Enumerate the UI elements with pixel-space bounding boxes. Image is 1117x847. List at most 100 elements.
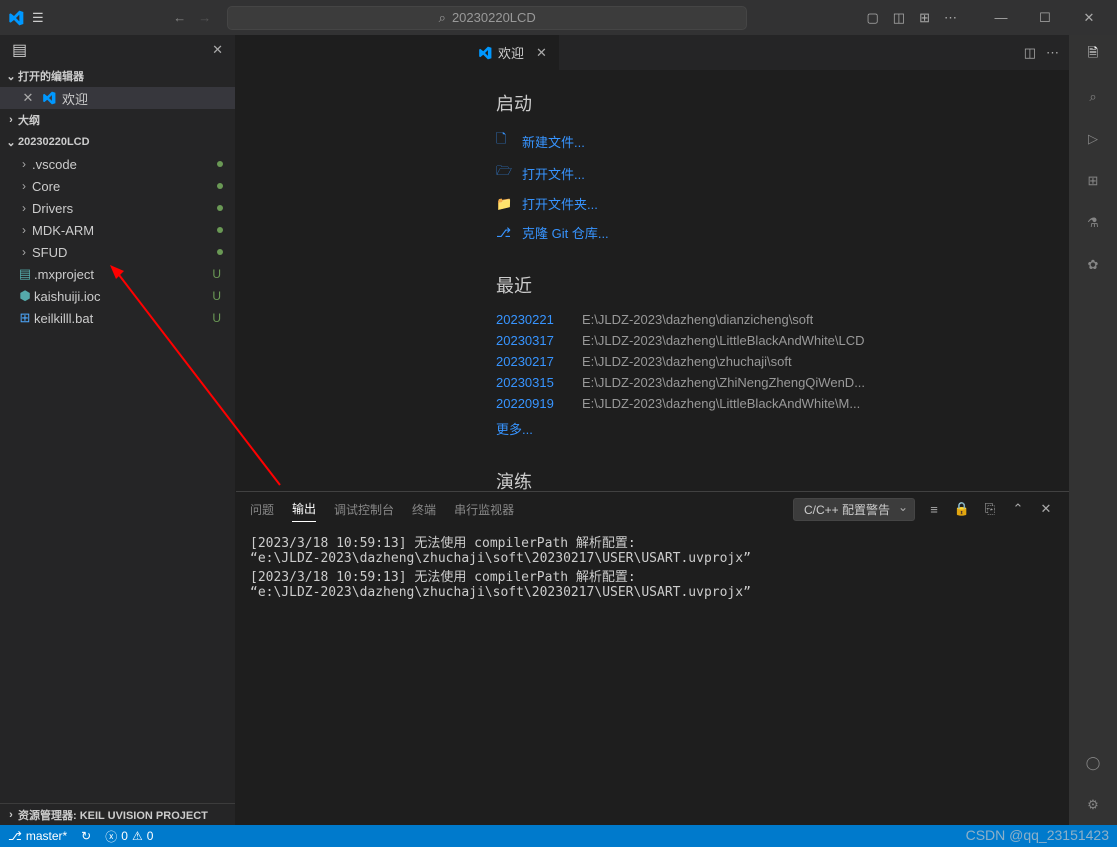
recent-name[interactable]: 20220919 xyxy=(496,396,566,411)
item-label: SFUD xyxy=(32,245,67,260)
hamburger-menu[interactable]: ☰ xyxy=(32,10,54,26)
folder-item[interactable]: ›MDK-ARM xyxy=(0,219,235,241)
recent-item[interactable]: 20230221E:\JLDZ-2023\dazheng\dianzicheng… xyxy=(496,312,1039,327)
folder-item[interactable]: ›.vscode xyxy=(0,153,235,175)
file-icon: ▤ xyxy=(16,266,34,282)
maximize-button[interactable]: ☐ xyxy=(1025,3,1065,33)
clear-icon[interactable]: ⎘ xyxy=(981,501,999,517)
project-section[interactable]: ⌄ 20230220LCD xyxy=(0,131,235,153)
close-icon[interactable]: ✕ xyxy=(1037,501,1055,517)
panel-tab[interactable]: 终端 xyxy=(412,497,436,522)
panel-tab[interactable]: 输出 xyxy=(292,496,316,522)
titlebar: ☰ ← → ⌕ 20230220LCD ▢ ◫ ⊞ ⋯ — ☐ ✕ xyxy=(0,0,1117,35)
recent-path: E:\JLDZ-2023\dazheng\LittleBlackAndWhite… xyxy=(582,333,865,348)
welcome-action-git[interactable]: ⎇克隆 Git 仓库... xyxy=(496,223,1039,242)
recent-name[interactable]: 20230221 xyxy=(496,312,566,327)
watermark: CSDN @qq_23151423 xyxy=(966,827,1109,843)
output-channel-select[interactable]: C/C++ 配置警告 xyxy=(793,498,915,521)
testing-icon[interactable]: ⚗ xyxy=(1081,211,1105,235)
start-heading: 启动 xyxy=(496,90,1039,116)
welcome-action-new-file[interactable]: 🗋新建文件... xyxy=(496,130,1039,152)
vscode-logo-icon xyxy=(42,91,56,105)
panel-tab[interactable]: 调试控制台 xyxy=(334,497,394,522)
action-label: 新建文件... xyxy=(522,132,585,151)
chevron-right-icon: › xyxy=(16,223,32,237)
more-icon[interactable]: ⋯ xyxy=(1046,45,1059,61)
recent-name[interactable]: 20230217 xyxy=(496,354,566,369)
statusbar: ⎇ master* ↻ ⓧ 0 ⚠ 0 xyxy=(0,825,1117,847)
recent-name[interactable]: 20230315 xyxy=(496,375,566,390)
file-item[interactable]: ⬢kaishuiji.iocU xyxy=(0,285,235,307)
recent-item[interactable]: 20230315E:\JLDZ-2023\dazheng\ZhiNengZhen… xyxy=(496,375,1039,390)
item-label: Drivers xyxy=(32,201,73,216)
chevron-up-icon[interactable]: ⌃ xyxy=(1009,501,1027,517)
run-debug-icon[interactable]: ▷ xyxy=(1081,127,1105,151)
sync-status[interactable]: ↻ xyxy=(81,829,91,843)
account-icon[interactable]: ◯ xyxy=(1081,751,1105,775)
split-editor-icon[interactable]: ◫ xyxy=(1024,45,1036,61)
activity-bar: 🗎 ⌕ ▷ ⊞ ⚗ ✿ ◯ ⚙ xyxy=(1069,35,1117,825)
recent-item[interactable]: 20230217E:\JLDZ-2023\dazheng\zhuchaji\so… xyxy=(496,354,1039,369)
sidebar-bottom-section[interactable]: › 资源管理器: KEIL UVISION PROJECT xyxy=(0,803,235,825)
open-editor-label: 欢迎 xyxy=(62,89,88,108)
file-icon: ⬢ xyxy=(16,288,34,304)
folder-item[interactable]: ›Drivers xyxy=(0,197,235,219)
chevron-right-icon: › xyxy=(16,245,32,259)
search-text: 20230220LCD xyxy=(452,10,536,25)
editor-area: 欢迎 ✕ ◫ ⋯ 启动 🗋新建文件... 🗁打开文件... 📁打开文件夹... ⎇克隆… xyxy=(236,35,1069,825)
panel-tab[interactable]: 问题 xyxy=(250,497,274,522)
file-item[interactable]: ▤.mxprojectU xyxy=(0,263,235,285)
close-panel-icon[interactable]: ✕ xyxy=(212,42,223,58)
tabnine-icon[interactable]: ✿ xyxy=(1081,253,1105,277)
file-item[interactable]: ⊞keilkilll.batU xyxy=(0,307,235,329)
open-editor-item[interactable]: ✕ 欢迎 xyxy=(0,87,235,109)
sidebar: ▤ ✕ ⌄ 打开的编辑器 ✕ 欢迎 › 大纲 ⌄ 20230220LCD ›.v… xyxy=(0,35,236,825)
lock-icon[interactable]: 🔒 xyxy=(953,501,971,517)
error-icon: ⓧ xyxy=(105,828,117,845)
nav-back-icon[interactable]: ← xyxy=(173,10,186,25)
vscode-logo xyxy=(8,10,24,26)
minimize-button[interactable]: — xyxy=(981,3,1021,33)
explorer-icon: ▤ xyxy=(12,40,27,60)
extensions-icon[interactable]: ⊞ xyxy=(1081,169,1105,193)
tab-welcome[interactable]: 欢迎 ✕ xyxy=(466,35,560,70)
folder-item[interactable]: ›Core xyxy=(0,175,235,197)
layout-sidebar-icon[interactable]: ◫ xyxy=(893,10,905,26)
item-label: .vscode xyxy=(32,157,77,172)
recent-item[interactable]: 20230317 E:\JLDZ-2023\dazheng\LittleBlack… xyxy=(496,333,1039,348)
more-icon[interactable]: ⋯ xyxy=(944,10,957,26)
welcome-action-open-file[interactable]: 🗁打开文件... xyxy=(496,162,1039,184)
git-modified-dot xyxy=(217,227,223,233)
settings-gear-icon[interactable]: ⚙ xyxy=(1081,793,1105,817)
branch-status[interactable]: ⎇ master* xyxy=(8,829,67,843)
close-button[interactable]: ✕ xyxy=(1069,3,1109,33)
open-editors-section[interactable]: ⌄ 打开的编辑器 xyxy=(0,65,235,87)
close-icon[interactable]: ✕ xyxy=(536,45,547,61)
command-center-search[interactable]: ⌕ 20230220LCD xyxy=(227,6,747,30)
welcome-action-folder[interactable]: 📁打开文件夹... xyxy=(496,194,1039,213)
action-label: 打开文件... xyxy=(522,164,585,183)
panel-tab[interactable]: 串行监视器 xyxy=(454,497,514,522)
close-icon[interactable]: ✕ xyxy=(20,90,36,106)
layout-customize-icon[interactable]: ⊞ xyxy=(919,10,930,26)
editor-gutter-empty xyxy=(236,35,466,491)
recent-item[interactable]: 20220919E:\JLDZ-2023\dazheng\LittleBlack… xyxy=(496,396,1039,411)
search-icon[interactable]: ⌕ xyxy=(1081,85,1105,109)
more-link[interactable]: 更多... xyxy=(496,419,1039,438)
output-content[interactable]: [2023/3/18 10:59:13] 无法使用 compilerPath 解… xyxy=(236,526,1069,825)
problems-status[interactable]: ⓧ 0 ⚠ 0 xyxy=(105,828,153,845)
file-icon: ⊞ xyxy=(16,310,34,326)
editor-tabs: 欢迎 ✕ ◫ ⋯ xyxy=(466,35,1069,70)
explorer-icon[interactable]: 🗎 xyxy=(1081,43,1105,67)
bottom-panel: 问题输出调试控制台终端串行监视器 C/C++ 配置警告 ≡ 🔒 ⎘ ⌃ ✕ [2… xyxy=(236,491,1069,825)
chevron-right-icon: › xyxy=(16,179,32,193)
nav-forward-icon[interactable]: → xyxy=(198,10,211,25)
item-label: keilkilll.bat xyxy=(34,311,93,326)
recent-name[interactable]: 20230317 xyxy=(496,333,566,348)
outline-section[interactable]: › 大纲 xyxy=(0,109,235,131)
folder-item[interactable]: ›SFUD xyxy=(0,241,235,263)
action-label: 克隆 Git 仓库... xyxy=(522,223,609,242)
layout-panel-icon[interactable]: ▢ xyxy=(867,10,879,26)
drill-heading: 演练 xyxy=(496,468,1039,491)
filter-icon[interactable]: ≡ xyxy=(925,502,943,517)
